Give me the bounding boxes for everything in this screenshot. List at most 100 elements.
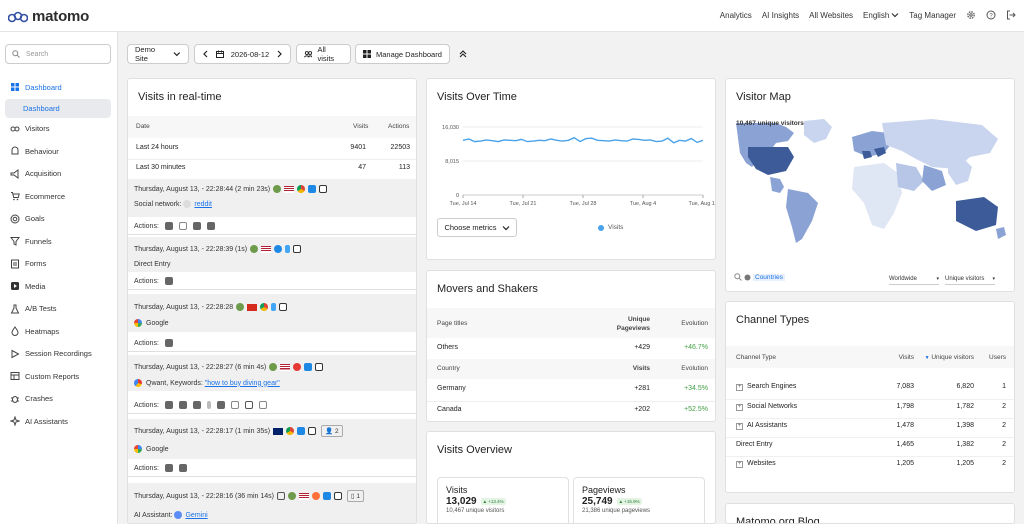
- region-select[interactable]: Worldwide ▾: [889, 273, 939, 285]
- external-link-icon[interactable]: [230, 401, 239, 409]
- choose-metrics-button[interactable]: Choose metrics: [437, 218, 517, 237]
- site-selector[interactable]: Demo Site: [127, 44, 189, 64]
- table-row[interactable]: + AI Assistants 1,478 1,398 2: [726, 418, 1014, 435]
- folder-icon[interactable]: [216, 401, 225, 409]
- metric-select[interactable]: Unique visitors ▾: [945, 273, 995, 285]
- table-row[interactable]: + Websites 1,205 1,205 2: [726, 456, 1014, 473]
- manage-dashboard-button[interactable]: Manage Dashboard: [355, 44, 450, 64]
- source-link[interactable]: reddit: [194, 201, 212, 208]
- table-row[interactable]: Germany +281 +34.5%: [427, 382, 715, 398]
- folder-icon[interactable]: [164, 277, 173, 285]
- visits-kpi-card[interactable]: Visits 13,029 ▲ +13.4% 10,467 unique vis…: [437, 477, 569, 523]
- sidebar-item-media[interactable]: Media: [0, 275, 118, 298]
- folder-icon[interactable]: [178, 464, 187, 472]
- sidebar-item-funnels[interactable]: Funnels: [0, 230, 118, 253]
- table-row[interactable]: + Search Engines 7,083 6,820 1: [726, 380, 1014, 397]
- visit-entry[interactable]: Thursday, August 13, - 22:28:17 (1 min 3…: [128, 419, 416, 459]
- visit-entry[interactable]: Thursday, August 13, - 22:28:16 (36 min …: [128, 483, 416, 523]
- actions-label: Actions:: [134, 277, 159, 285]
- folder-icon[interactable]: [164, 339, 173, 347]
- world-map[interactable]: [734, 117, 1008, 245]
- expand-icon[interactable]: +: [736, 384, 743, 391]
- help-icon[interactable]: ?: [986, 10, 996, 20]
- segment-selector[interactable]: All visits: [296, 44, 351, 64]
- tag-manager-link[interactable]: Tag Manager: [909, 11, 956, 20]
- folder-icon[interactable]: [164, 401, 173, 409]
- analytics-link[interactable]: Analytics: [720, 11, 752, 20]
- visitor-profile-icon[interactable]: [273, 185, 282, 193]
- zoom-out-icon[interactable]: [734, 273, 742, 281]
- sidebar-item-visitors[interactable]: Visitors: [0, 118, 118, 141]
- expand-icon[interactable]: +: [736, 423, 743, 430]
- visits-line-chart[interactable]: 0 8,015 16,030 Tue, Jul 14 Tue, Jul 21 Tue, J…: [427, 117, 716, 209]
- visit-source: Direct Entry: [134, 260, 171, 268]
- sidebar-item-ab-tests[interactable]: A/B Tests: [0, 298, 118, 321]
- expand-icon[interactable]: +: [736, 461, 743, 468]
- date-selector[interactable]: 2026-08-12: [194, 44, 291, 64]
- sidebar-item-session-recordings[interactable]: Session Recordings: [0, 343, 118, 366]
- sidebar-item-dashboard[interactable]: Dashboard: [0, 76, 118, 99]
- countries-link[interactable]: Countries: [734, 273, 785, 281]
- table-row[interactable]: Direct Entry 1,465 1,382 2: [726, 437, 1014, 454]
- collapse-icon[interactable]: [459, 50, 467, 58]
- search-input[interactable]: Search: [5, 44, 111, 64]
- external-link-icon[interactable]: [258, 401, 267, 409]
- sidebar-item-crashes[interactable]: Crashes: [0, 388, 118, 411]
- series-line-visits[interactable]: [462, 136, 704, 144]
- folder-icon[interactable]: [192, 401, 201, 409]
- visitor-map-widget: Visitor Map 10,467 unique visitors Count…: [725, 78, 1015, 292]
- folder-icon[interactable]: [164, 464, 173, 472]
- chevron-left-icon[interactable]: [202, 50, 209, 58]
- visit-entry[interactable]: Thursday, August 13, - 22:28:39 (1s) Dir…: [128, 237, 416, 272]
- all-websites-link[interactable]: All Websites: [809, 11, 853, 20]
- source-link[interactable]: "how to buy diving gear": [205, 380, 280, 387]
- windows-icon: [308, 185, 317, 193]
- sidebar-subitem-dashboard[interactable]: Dashboard: [5, 98, 111, 118]
- visit-entry[interactable]: Thursday, August 13, - 22:28:28 Google: [128, 294, 416, 332]
- sidebar-item-forms[interactable]: Forms: [0, 253, 118, 276]
- folder-icon[interactable]: [206, 222, 215, 230]
- col-unique-visitors[interactable]: ▼ Unique visitors: [925, 354, 974, 361]
- visit-count-badge: 👤 2: [321, 425, 343, 437]
- visit-source: Google: [146, 319, 169, 327]
- table-row[interactable]: Canada +202 +52.5%: [427, 401, 715, 417]
- visitor-profile-icon[interactable]: [250, 245, 259, 253]
- visit-entry[interactable]: Thursday, August 13, - 22:28:44 (2 min 2…: [128, 179, 416, 217]
- sidebar-item-acquisition[interactable]: Acquisition: [0, 163, 118, 186]
- widget-title: Matomo.org Blog: [736, 516, 820, 524]
- sidebar-item-goals[interactable]: Goals: [0, 208, 118, 231]
- row-visits: 1,478: [896, 422, 914, 429]
- visitor-profile-icon[interactable]: [287, 492, 296, 500]
- visitor-profile-icon[interactable]: [236, 303, 245, 311]
- sidebar-item-custom-reports[interactable]: Custom Reports: [0, 365, 118, 388]
- row-visits: 1,465: [896, 441, 914, 448]
- row-label: Others: [437, 344, 459, 351]
- chart-legend[interactable]: Visits: [598, 224, 623, 231]
- sidebar-item-heatmaps[interactable]: Heatmaps: [0, 320, 118, 343]
- expand-icon[interactable]: +: [736, 404, 743, 411]
- sidebar-item-behaviour[interactable]: Behaviour: [0, 140, 118, 163]
- logout-icon[interactable]: [1006, 10, 1016, 20]
- metric-value: Unique visitors: [945, 275, 985, 282]
- visit-entry[interactable]: Thursday, August 13, - 22:28:27 (6 min 4…: [128, 355, 416, 391]
- pageviews-kpi-card[interactable]: Pageviews 25,749 ▲ +15.9% 21,386 unique …: [573, 477, 705, 523]
- table-row[interactable]: + Social Networks 1,798 1,782 2: [726, 399, 1014, 416]
- cart-icon[interactable]: [244, 401, 253, 409]
- ai-insights-link[interactable]: AI Insights: [762, 11, 799, 20]
- folder-icon[interactable]: [178, 401, 187, 409]
- sidebar-item-label: Visitors: [25, 124, 50, 134]
- goals-icon: [10, 214, 20, 224]
- gear-icon[interactable]: [966, 10, 976, 20]
- folder-icon[interactable]: [164, 222, 173, 230]
- chevron-right-icon[interactable]: [276, 50, 283, 58]
- folder-icon[interactable]: [192, 222, 201, 230]
- visitor-profile-icon[interactable]: [269, 363, 278, 371]
- source-link[interactable]: Gemini: [185, 512, 207, 519]
- table-row[interactable]: Others +429 +46.7%: [427, 341, 715, 357]
- language-selector[interactable]: English: [863, 11, 899, 20]
- matomo-logo[interactable]: matomo: [8, 8, 89, 25]
- sidebar-item-ai-assistants[interactable]: AI Assistants: [0, 410, 118, 433]
- external-link-icon[interactable]: [178, 222, 187, 230]
- event-icon[interactable]: [206, 401, 211, 409]
- sidebar-item-ecommerce[interactable]: Ecommerce: [0, 185, 118, 208]
